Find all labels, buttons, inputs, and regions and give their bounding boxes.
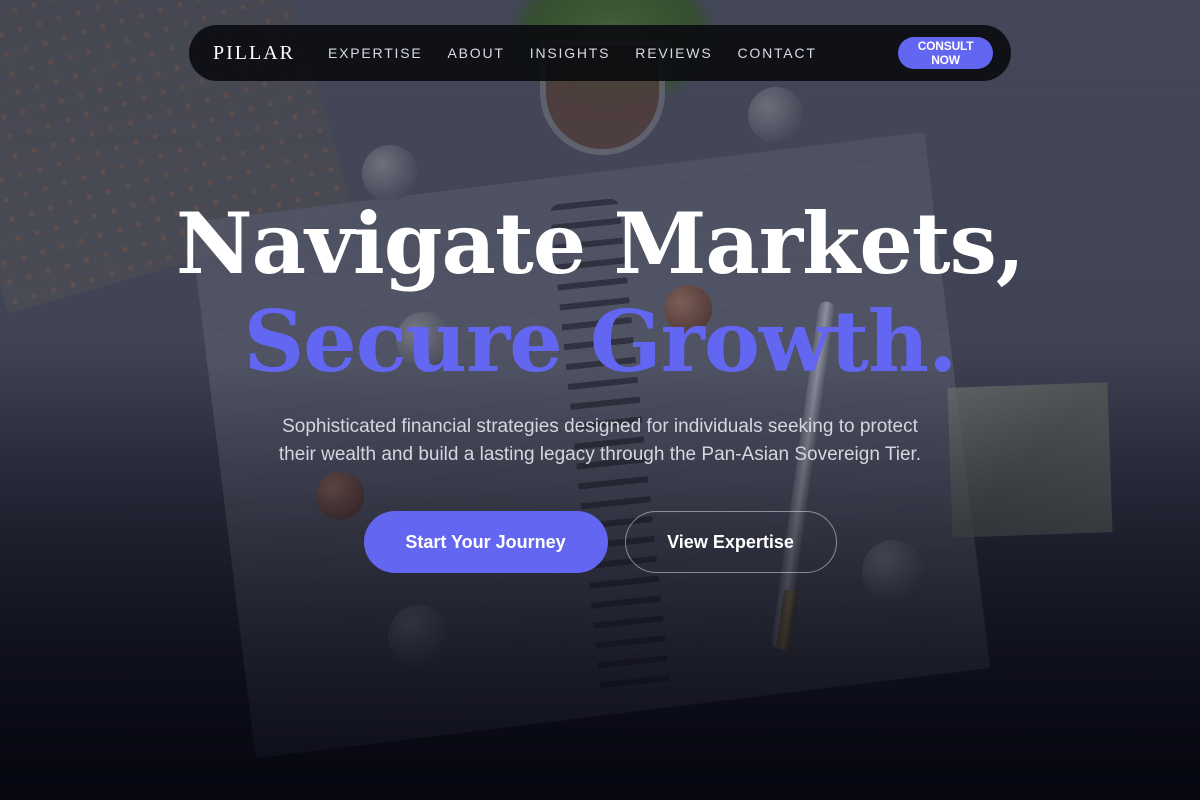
hero-subtext: Sophisticated financial strategies desig… [278, 416, 922, 465]
nav-links: EXPERTISE ABOUT INSIGHTS REVIEWS CONTACT [328, 45, 817, 61]
hero-actions: Start Your Journey View Expertise [0, 511, 1200, 573]
nav-link-expertise[interactable]: EXPERTISE [328, 45, 423, 61]
consult-now-button[interactable]: CONSULT NOW [897, 37, 994, 69]
brand-logo[interactable]: PILLAR [213, 42, 295, 65]
nav-link-about[interactable]: ABOUT [448, 45, 505, 61]
headline-line-2: Secure Growth. [243, 292, 958, 391]
hero-section: Navigate Markets, Secure Growth. Sophist… [0, 195, 1200, 573]
headline-line-1: Navigate Markets, [175, 194, 1025, 293]
nav-link-insights[interactable]: INSIGHTS [530, 45, 611, 61]
nav-link-contact[interactable]: CONTACT [737, 45, 816, 61]
nav-link-reviews[interactable]: REVIEWS [635, 45, 712, 61]
hero-headline: Navigate Markets, Secure Growth. [0, 195, 1200, 391]
start-journey-button[interactable]: Start Your Journey [363, 511, 608, 573]
view-expertise-button[interactable]: View Expertise [624, 511, 837, 573]
top-navbar: PILLAR EXPERTISE ABOUT INSIGHTS REVIEWS … [189, 25, 1011, 81]
